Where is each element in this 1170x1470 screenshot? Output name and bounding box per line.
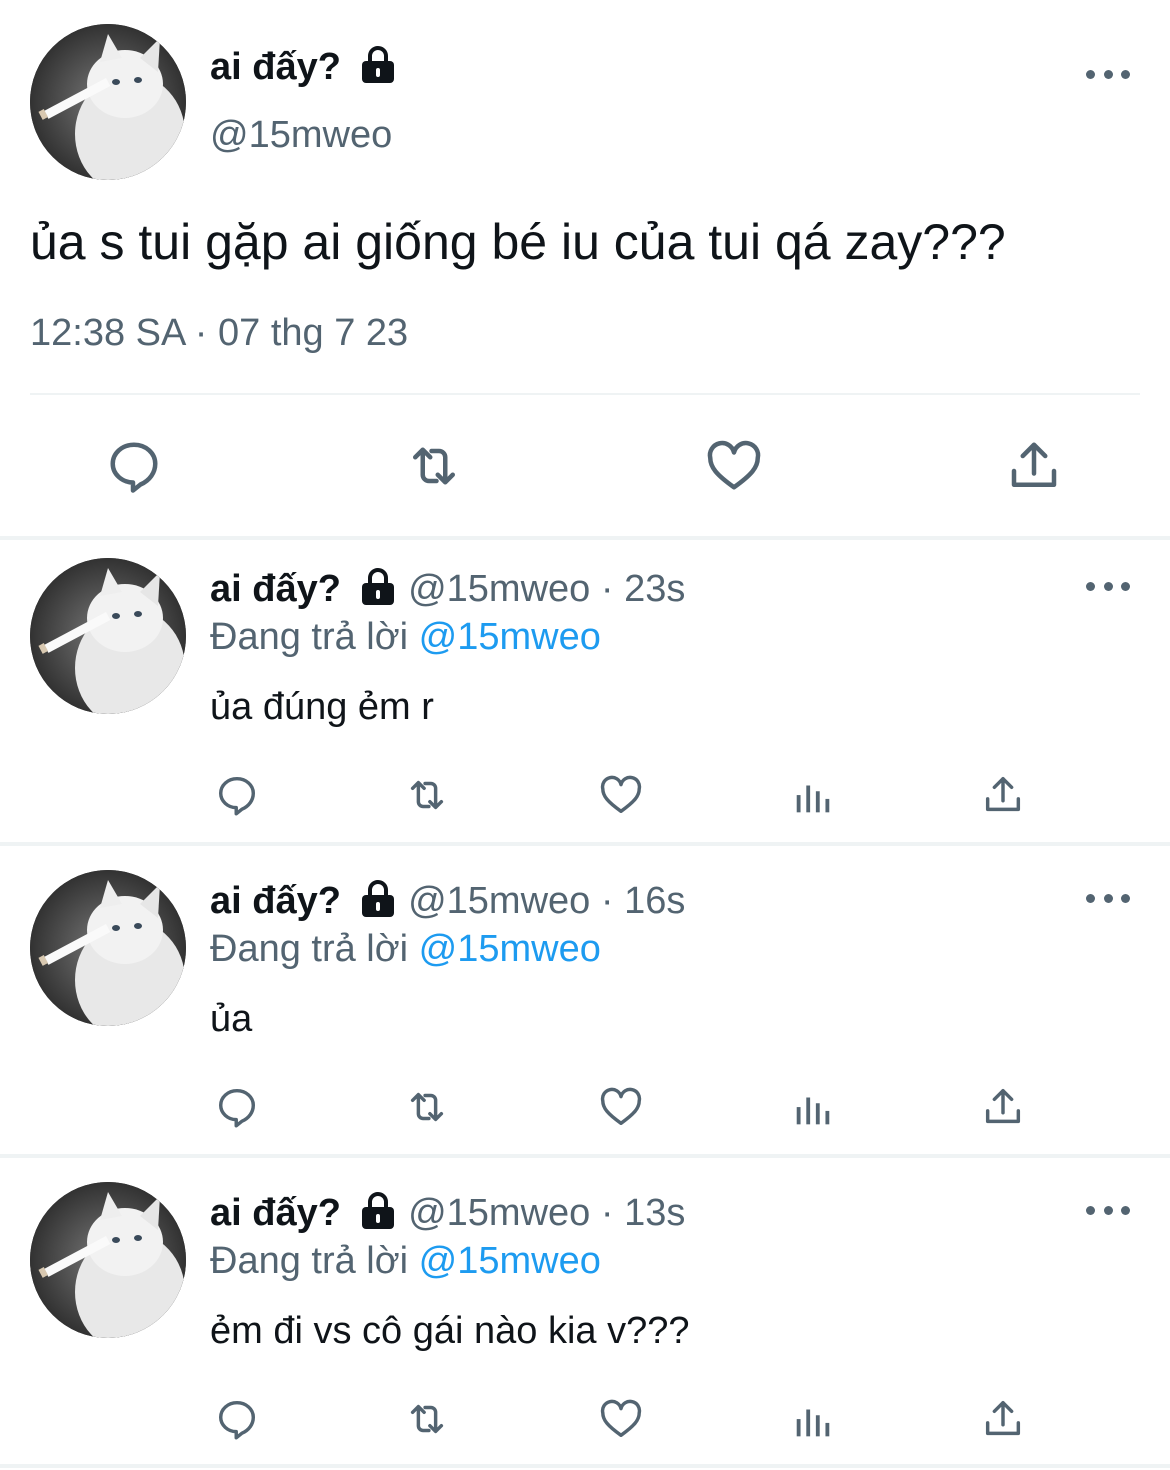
display-name[interactable]: ai đấy? xyxy=(210,1192,341,1234)
reply-icon[interactable] xyxy=(104,436,164,496)
like-icon[interactable] xyxy=(598,1396,644,1442)
separator: · xyxy=(590,880,625,922)
retweet-icon[interactable] xyxy=(404,436,464,496)
tweet-text: ẻm đi vs cô gái nào kia v??? xyxy=(210,1310,690,1352)
avatar[interactable] xyxy=(30,558,186,714)
section-divider xyxy=(0,1154,1170,1158)
like-icon[interactable] xyxy=(704,436,764,496)
avatar[interactable] xyxy=(30,870,186,1026)
avatar[interactable] xyxy=(30,1182,186,1338)
share-icon[interactable] xyxy=(980,772,1026,818)
reply-icon[interactable] xyxy=(214,772,260,818)
retweet-icon[interactable] xyxy=(404,1396,450,1442)
like-icon[interactable] xyxy=(598,772,644,818)
relative-time[interactable]: 16s xyxy=(624,880,685,922)
section-divider xyxy=(0,1464,1170,1468)
divider xyxy=(30,393,1140,395)
reply-icon[interactable] xyxy=(214,1396,260,1442)
more-options-icon[interactable] xyxy=(1086,1200,1130,1220)
mention-link[interactable]: @15mweo xyxy=(419,928,601,970)
retweet-icon[interactable] xyxy=(404,1084,450,1130)
section-divider xyxy=(0,842,1170,846)
share-icon[interactable] xyxy=(980,1084,1026,1130)
handle[interactable]: @15mweo xyxy=(408,880,590,922)
separator: · xyxy=(590,1192,625,1234)
handle[interactable]: @15mweo xyxy=(210,112,392,158)
lock-icon xyxy=(358,1191,398,1231)
mention-link[interactable]: @15mweo xyxy=(419,1240,601,1282)
share-icon[interactable] xyxy=(1004,436,1064,496)
replying-to: Đang trả lời @15mweo xyxy=(210,1238,601,1284)
relative-time[interactable]: 23s xyxy=(624,568,685,610)
replying-label: Đang trả lời xyxy=(210,928,409,970)
replying-to: Đang trả lời @15mweo xyxy=(210,614,601,660)
avatar[interactable] xyxy=(30,24,186,180)
tweet-text: ủa xyxy=(210,998,253,1040)
relative-time[interactable]: 13s xyxy=(624,1192,685,1234)
reply-icon[interactable] xyxy=(214,1084,260,1130)
display-name[interactable]: ai đấy? xyxy=(210,568,341,610)
tweet-text: ủa đúng ẻm r xyxy=(210,686,434,728)
section-divider xyxy=(0,536,1170,540)
author-row: ai đấy? @15mweo · 13s xyxy=(210,1190,685,1236)
handle[interactable]: @15mweo xyxy=(408,568,590,610)
like-icon[interactable] xyxy=(598,1084,644,1130)
analytics-icon[interactable] xyxy=(790,1086,836,1132)
display-name[interactable]: ai đấy? xyxy=(210,880,341,922)
retweet-icon[interactable] xyxy=(404,772,450,818)
share-icon[interactable] xyxy=(980,1396,1026,1442)
more-options-icon[interactable] xyxy=(1086,576,1130,596)
replying-to: Đang trả lời @15mweo xyxy=(210,926,601,972)
more-options-icon[interactable] xyxy=(1086,64,1130,84)
lock-icon xyxy=(358,45,398,85)
mention-link[interactable]: @15mweo xyxy=(419,616,601,658)
analytics-icon[interactable] xyxy=(790,774,836,820)
author-row: ai đấy? xyxy=(210,44,398,90)
timestamp[interactable]: 12:38 SA · 07 thg 7 23 xyxy=(30,310,408,356)
lock-icon xyxy=(358,879,398,919)
lock-icon xyxy=(358,567,398,607)
author-row: ai đấy? @15mweo · 16s xyxy=(210,878,685,924)
handle[interactable]: @15mweo xyxy=(408,1192,590,1234)
display-name[interactable]: ai đấy? xyxy=(210,46,341,88)
replying-label: Đang trả lời xyxy=(210,616,409,658)
analytics-icon[interactable] xyxy=(790,1398,836,1444)
replying-label: Đang trả lời xyxy=(210,1240,409,1282)
tweet-text: ủa s tui gặp ai giống bé iu của tui qá z… xyxy=(30,214,1006,270)
more-options-icon[interactable] xyxy=(1086,888,1130,908)
separator: · xyxy=(590,568,625,610)
author-row: ai đấy? @15mweo · 23s xyxy=(210,566,685,612)
